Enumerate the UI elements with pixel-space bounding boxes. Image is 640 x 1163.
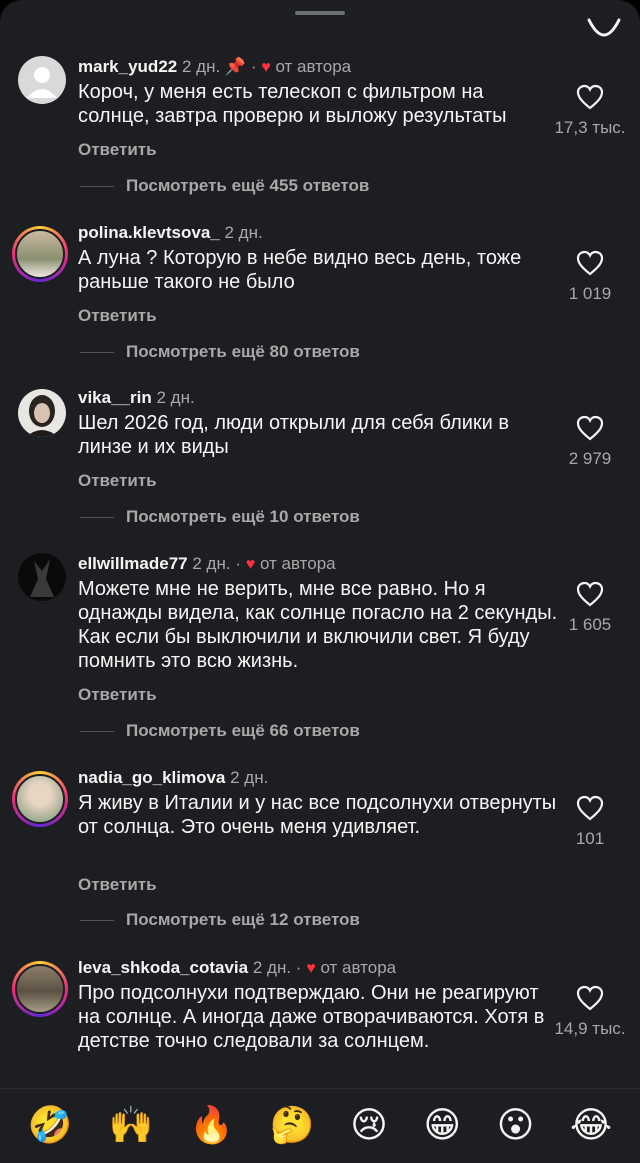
like-button[interactable]: 2 979 — [540, 415, 640, 469]
share-icon[interactable] — [586, 16, 622, 40]
username[interactable]: leva_shkoda_cotavia — [78, 958, 248, 977]
like-count: 17,3 тыс. — [554, 118, 626, 137]
liked-by-author-label: от автора — [259, 554, 336, 573]
username[interactable]: ellwillmade77 — [78, 554, 188, 573]
comment-text: А луна ? Которую в небе видно весь день,… — [78, 247, 522, 293]
view-replies-button[interactable]: Посмотреть ещё 66 ответов — [80, 721, 360, 741]
pin-icon: 📌 — [224, 57, 247, 76]
view-replies-button[interactable]: Посмотреть ещё 10 ответов — [80, 507, 360, 527]
avatar-photo — [26, 395, 58, 437]
comment-meta: leva_shkoda_cotavia 2 дн. · ♥ от автора — [78, 958, 397, 977]
comment-meta: nadia_go_klimova 2 дн. — [78, 767, 268, 789]
heart-icon — [576, 795, 604, 821]
crying-emoji-icon[interactable]: 😢 — [350, 1108, 388, 1144]
comment-text: Я живу в Италии и у нас все подсолнухи о… — [78, 792, 557, 838]
reply-button[interactable]: Ответить — [78, 140, 157, 160]
comment-time: 2 дн. — [224, 223, 263, 242]
surprised-emoji-icon[interactable]: 😮 — [497, 1108, 535, 1144]
username[interactable]: polina.klevtsova_ — [78, 223, 220, 242]
username[interactable]: nadia_go_klimova — [78, 768, 225, 787]
comment-text: Можете мне не верить, мне все равно. Но … — [78, 578, 558, 672]
like-count: 1 605 — [568, 615, 612, 634]
avatar[interactable] — [12, 961, 68, 1017]
comment-meta: vika__rin 2 дн. — [78, 387, 195, 409]
comment-text: Шел 2026 год, люди открыли для себя блик… — [78, 412, 510, 458]
comment-meta: polina.klevtsova_ 2 дн. — [78, 222, 263, 244]
heart-icon — [576, 415, 604, 441]
avatar[interactable] — [18, 56, 66, 104]
avatar[interactable] — [18, 389, 66, 437]
fire-emoji-icon[interactable]: 🔥 — [189, 1108, 234, 1144]
author-heart-icon: ♥ — [306, 960, 316, 977]
comments-sheet: mark_yud22 2 дн. 📌 · ♥ от автора Короч, … — [0, 0, 640, 1163]
heart-icon — [576, 84, 604, 110]
like-count: 14,9 тыс. — [554, 1019, 626, 1038]
author-heart-icon: ♥ — [245, 556, 256, 573]
reply-button[interactable]: Ответить — [78, 685, 157, 705]
heart-icon — [576, 250, 604, 276]
like-button[interactable]: 101 — [540, 795, 640, 849]
comment-meta: mark_yud22 2 дн. 📌 · ♥ от автора — [78, 57, 352, 76]
liked-by-author-label: от автора — [275, 57, 352, 76]
rofl-emoji-icon[interactable]: 🤣 — [28, 1108, 73, 1144]
heart-icon — [576, 985, 604, 1011]
like-count: 2 979 — [568, 449, 612, 468]
comment-time: 2 дн. — [252, 958, 292, 977]
reply-button[interactable]: Ответить — [78, 471, 157, 491]
like-button[interactable]: 17,3 тыс. — [540, 84, 640, 138]
avatar[interactable] — [12, 226, 68, 282]
like-button[interactable]: 1 019 — [540, 250, 640, 304]
sheet-grab-handle[interactable] — [295, 11, 345, 15]
comment-time: 2 дн. — [192, 554, 231, 573]
heart-icon — [576, 581, 604, 607]
username[interactable]: mark_yud22 — [78, 57, 177, 76]
view-replies-button[interactable]: Посмотреть ещё 455 ответов — [80, 176, 369, 196]
comment-meta: ellwillmade77 2 дн. · ♥ от автора — [78, 554, 336, 573]
comment-time: 2 дн. — [181, 57, 221, 76]
comment-time: 2 дн. — [156, 388, 195, 407]
like-count: 1 019 — [568, 284, 612, 303]
default-avatar-icon — [27, 67, 57, 98]
liked-by-author-label: от автора — [320, 958, 397, 977]
comment-text: Про подсолнухи подтверждаю. Они не реаги… — [78, 982, 545, 1052]
username[interactable]: vika__rin — [78, 388, 152, 407]
avatar[interactable] — [12, 771, 68, 827]
grin-emoji-icon[interactable]: 😁 — [423, 1108, 461, 1144]
avatar-photo — [30, 559, 54, 597]
like-count: 101 — [575, 829, 605, 848]
like-button[interactable]: 1 605 — [540, 581, 640, 635]
author-heart-icon: ♥ — [261, 59, 271, 76]
thinking-emoji-icon[interactable]: 🤔 — [270, 1108, 315, 1144]
comment-text: Короч, у меня есть телескоп с фильтром н… — [78, 81, 507, 127]
reply-button[interactable]: Ответить — [78, 875, 157, 895]
avatar[interactable] — [18, 553, 66, 601]
emoji-quick-reactions: 🤣 🙌 🔥 🤔 😢 😁 😮 😂 — [0, 1088, 640, 1163]
joy-emoji-icon[interactable]: 😂 — [570, 1108, 612, 1144]
view-replies-button[interactable]: Посмотреть ещё 80 ответов — [80, 342, 360, 362]
reply-button[interactable]: Ответить — [78, 306, 157, 326]
view-replies-button[interactable]: Посмотреть ещё 12 ответов — [80, 910, 360, 930]
raised-hands-emoji-icon[interactable]: 🙌 — [108, 1108, 153, 1144]
comment-time: 2 дн. — [230, 768, 269, 787]
like-button[interactable]: 14,9 тыс. — [540, 985, 640, 1039]
